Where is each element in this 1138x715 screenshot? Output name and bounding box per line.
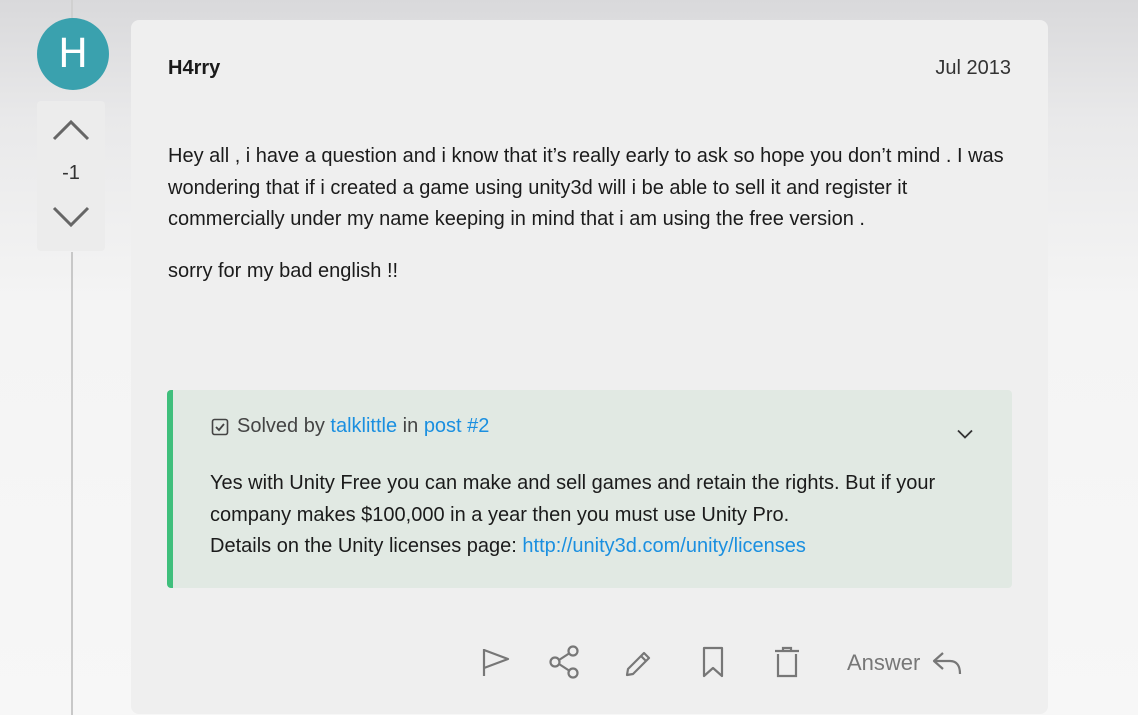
bookmark-icon [702, 646, 724, 678]
downvote-button[interactable] [50, 201, 92, 233]
in-text: in [402, 415, 419, 437]
post-paragraph: Hey all , i have a question and i know t… [168, 145, 1004, 230]
expand-solution-button[interactable] [954, 424, 976, 444]
chevron-down-icon [957, 429, 973, 439]
timeline-rail-top [71, 0, 73, 18]
bookmark-button[interactable] [695, 643, 731, 681]
flag-icon [482, 648, 510, 676]
solution-excerpt: Yes with Unity Free you can make and sel… [210, 468, 1000, 563]
upvote-button[interactable] [50, 114, 92, 146]
vote-count: -1 [62, 162, 80, 184]
chevron-up-icon [52, 119, 90, 141]
share-icon [549, 645, 579, 679]
delete-button[interactable] [769, 643, 805, 681]
flag-button[interactable] [477, 643, 513, 681]
solver-link[interactable]: talklittle [330, 415, 397, 438]
checkbox-check-icon [211, 418, 229, 436]
post-paragraph: sorry for my bad english !! [168, 259, 399, 282]
answer-label: Answer [847, 650, 921, 675]
timeline-rail [71, 252, 73, 715]
post-body: Hey all , i have a question and i know t… [168, 141, 1013, 287]
solution-details-text: Details on the Unity licenses page: [210, 535, 523, 557]
pencil-icon [625, 651, 651, 677]
solved-by-text: Solved by [237, 415, 325, 437]
licenses-link[interactable]: http://unity3d.com/unity/licenses [522, 535, 805, 557]
avatar-letter: H [57, 31, 89, 77]
reply-icon [933, 652, 962, 675]
avatar[interactable]: H [37, 18, 109, 90]
solution-header: Solved by talklittle in post #2 [211, 415, 489, 438]
solution-text: Yes with Unity Free you can make and sel… [210, 472, 936, 526]
chevron-down-icon [52, 206, 90, 228]
edit-button[interactable] [621, 643, 657, 681]
trash-icon [775, 646, 799, 678]
post-card [131, 20, 1048, 714]
answer-button[interactable]: Answer [847, 644, 964, 682]
solution-post-link[interactable]: post #2 [424, 415, 490, 438]
author-name[interactable]: H4rry [168, 57, 220, 80]
share-button[interactable] [546, 643, 582, 681]
post-date[interactable]: Jul 2013 [935, 57, 1011, 80]
